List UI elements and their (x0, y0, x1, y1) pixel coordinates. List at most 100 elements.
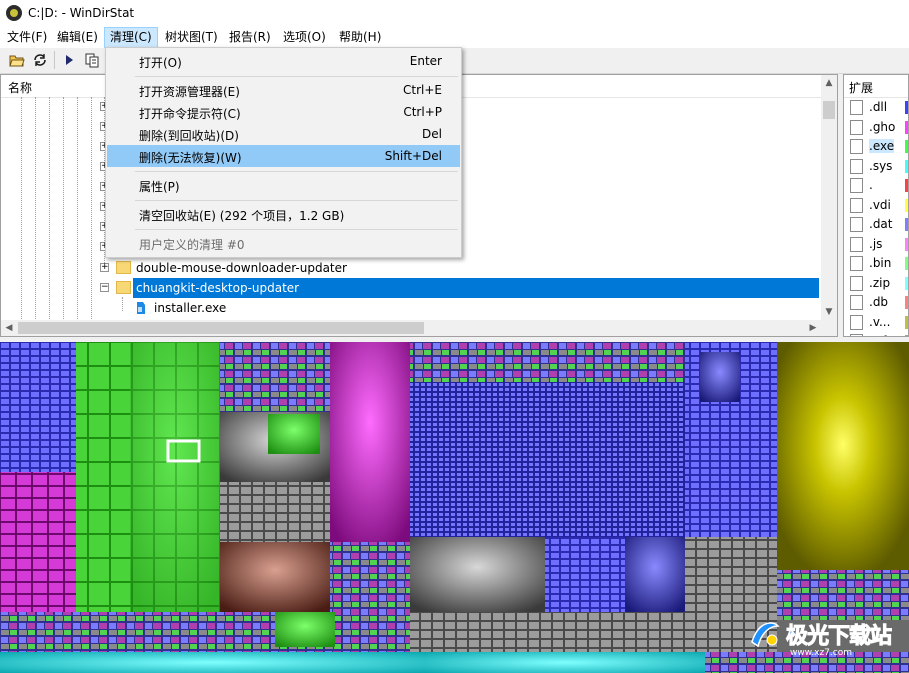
tree-row[interactable]: installer.exe (1, 298, 821, 318)
treemap-block[interactable] (410, 612, 777, 652)
file-type-icon (850, 295, 863, 310)
file-type-icon (850, 139, 863, 154)
menu-item-open-explorer[interactable]: 打开资源管理器(E) Ctrl+E (107, 79, 460, 101)
menu-item-open-cmd[interactable]: 打开命令提示符(C) Ctrl+P (107, 101, 460, 123)
menu-options[interactable]: 选项(O) (278, 27, 331, 48)
windirstat-logo-icon (6, 5, 22, 21)
treemap-block[interactable] (425, 652, 705, 673)
scroll-thumb[interactable] (18, 322, 424, 334)
menu-separator (135, 229, 458, 230)
extension-row[interactable]: .js (844, 235, 908, 254)
treemap-block[interactable] (330, 542, 410, 612)
treemap-block[interactable] (220, 342, 330, 412)
treemap-block[interactable] (410, 537, 545, 612)
treemap-block[interactable] (0, 472, 76, 612)
column-header-name[interactable]: 名称 (8, 79, 32, 96)
treemap-block[interactable] (0, 342, 76, 472)
menu-item-empty-recycle-bin[interactable]: 清空回收站(E) (292 个项目，1.2 GB) (107, 203, 460, 225)
extension-row[interactable]: .sys (844, 157, 908, 176)
file-type-icon (850, 217, 863, 232)
extension-label: .sys (869, 158, 893, 173)
extension-label: .gho (869, 119, 896, 134)
extension-row[interactable]: .bin (844, 254, 908, 273)
treemap-block[interactable] (0, 652, 425, 673)
scroll-down-icon[interactable]: ▼ (821, 304, 837, 320)
treemap-block[interactable] (76, 342, 130, 612)
menu-item-open[interactable]: 打开(O) Enter (107, 50, 460, 72)
treemap-block[interactable] (0, 612, 410, 652)
menu-bar: 文件(F) 编辑(E) 清理(C) 树状图(T) 报告(R) 选项(O) 帮助(… (0, 27, 909, 48)
extension-color-swatch (905, 335, 908, 336)
cleanup-dropdown-menu: 打开(O) Enter 打开资源管理器(E) Ctrl+E 打开命令提示符(C)… (105, 47, 462, 258)
extension-row[interactable]: .dll (844, 98, 908, 117)
open-icon[interactable] (8, 51, 26, 69)
treemap-block[interactable] (268, 414, 320, 454)
extension-row[interactable]: . (844, 176, 908, 195)
watermark-url: www.xz7.com (790, 648, 852, 658)
treemap-block[interactable] (700, 352, 740, 402)
menu-cleanup[interactable]: 清理(C) (104, 27, 158, 48)
tree-expander[interactable]: − (100, 283, 109, 292)
scroll-up-icon[interactable]: ▲ (821, 75, 837, 91)
extension-label: .dat (869, 217, 893, 231)
treemap-block[interactable] (685, 537, 777, 612)
scroll-thumb[interactable] (823, 101, 835, 119)
menu-edit[interactable]: 编辑(E) (52, 27, 103, 48)
tree-row-label: chuangkit-desktop-updater (136, 281, 300, 295)
treemap-block[interactable] (275, 612, 335, 647)
watermark-text: 极光下载站 (785, 624, 892, 650)
tree-horizontal-scrollbar[interactable]: ◀ ▶ (1, 320, 837, 336)
menu-item-delete-permanent[interactable]: 删除(无法恢复)(W) Shift+Del (107, 145, 460, 167)
treemap-block[interactable] (625, 537, 685, 612)
extension-row[interactable]: .vdi (844, 196, 908, 215)
extension-row[interactable]: .ttf (844, 332, 908, 336)
extension-label: .ttf (869, 334, 886, 336)
tree-row-label: installer.exe (154, 301, 227, 315)
extension-rows: .dll .gho .exe .sys. .vdi .dat .js .bin .zip .db.… (844, 98, 908, 336)
play-icon[interactable] (60, 51, 78, 69)
tree-row[interactable]: − chuangkit-desktop-updater (1, 278, 821, 298)
menu-item-delete-recycle[interactable]: 删除(到回收站)(D) Del (107, 123, 460, 145)
extension-list[interactable]: 扩展 .dll .gho .exe .sys. .vdi .dat .js .bin .zip.… (843, 74, 909, 337)
scroll-left-icon[interactable]: ◀ (1, 320, 17, 336)
menu-item-properties[interactable]: 属性(P) (107, 174, 460, 196)
watermark-logo-icon (748, 616, 782, 650)
extension-row[interactable]: .gho (844, 118, 908, 137)
extension-label: .v... (869, 314, 891, 329)
menu-report[interactable]: 报告(R) (224, 27, 276, 48)
menu-file[interactable]: 文件(F) (2, 27, 52, 48)
tree-vertical-scrollbar[interactable]: ▲ ▼ (821, 75, 837, 320)
treemap-block[interactable] (410, 342, 685, 382)
tree-row[interactable]: + double-mouse-downloader-updater (1, 258, 821, 278)
file-type-icon (850, 275, 863, 291)
copy-icon[interactable] (83, 51, 101, 69)
treemap-block[interactable] (777, 342, 909, 570)
extension-row[interactable]: .dat (844, 215, 908, 234)
extension-row[interactable]: .v... (844, 313, 908, 332)
extension-color-swatch (905, 198, 908, 212)
scroll-right-icon[interactable]: ▶ (805, 320, 821, 336)
extension-color-swatch (905, 237, 908, 251)
file-type-icon (850, 197, 863, 213)
treemap-block[interactable] (220, 482, 330, 542)
treemap-block[interactable] (545, 537, 625, 612)
menu-separator (135, 171, 458, 172)
refresh-icon[interactable] (31, 51, 49, 69)
extension-label: .js (869, 236, 883, 251)
extension-label: .bin (869, 256, 892, 270)
treemap-block[interactable] (220, 542, 330, 612)
extension-row[interactable]: .zip (844, 274, 908, 293)
tree-expander[interactable]: + (100, 263, 109, 272)
treemap-block[interactable] (130, 342, 220, 612)
extension-label: .vdi (869, 197, 891, 212)
treemap-block[interactable] (330, 342, 410, 542)
file-type-icon (850, 256, 863, 271)
extension-label: .dll (869, 100, 888, 114)
extension-color-swatch (905, 218, 908, 231)
extension-row[interactable]: .exe (844, 137, 908, 156)
extension-row[interactable]: .db (844, 293, 908, 312)
column-header-extension[interactable]: 扩展 (849, 79, 873, 96)
menu-help[interactable]: 帮助(H) (334, 27, 386, 48)
file-type-icon (850, 236, 863, 252)
menu-treemap[interactable]: 树状图(T) (160, 27, 223, 48)
